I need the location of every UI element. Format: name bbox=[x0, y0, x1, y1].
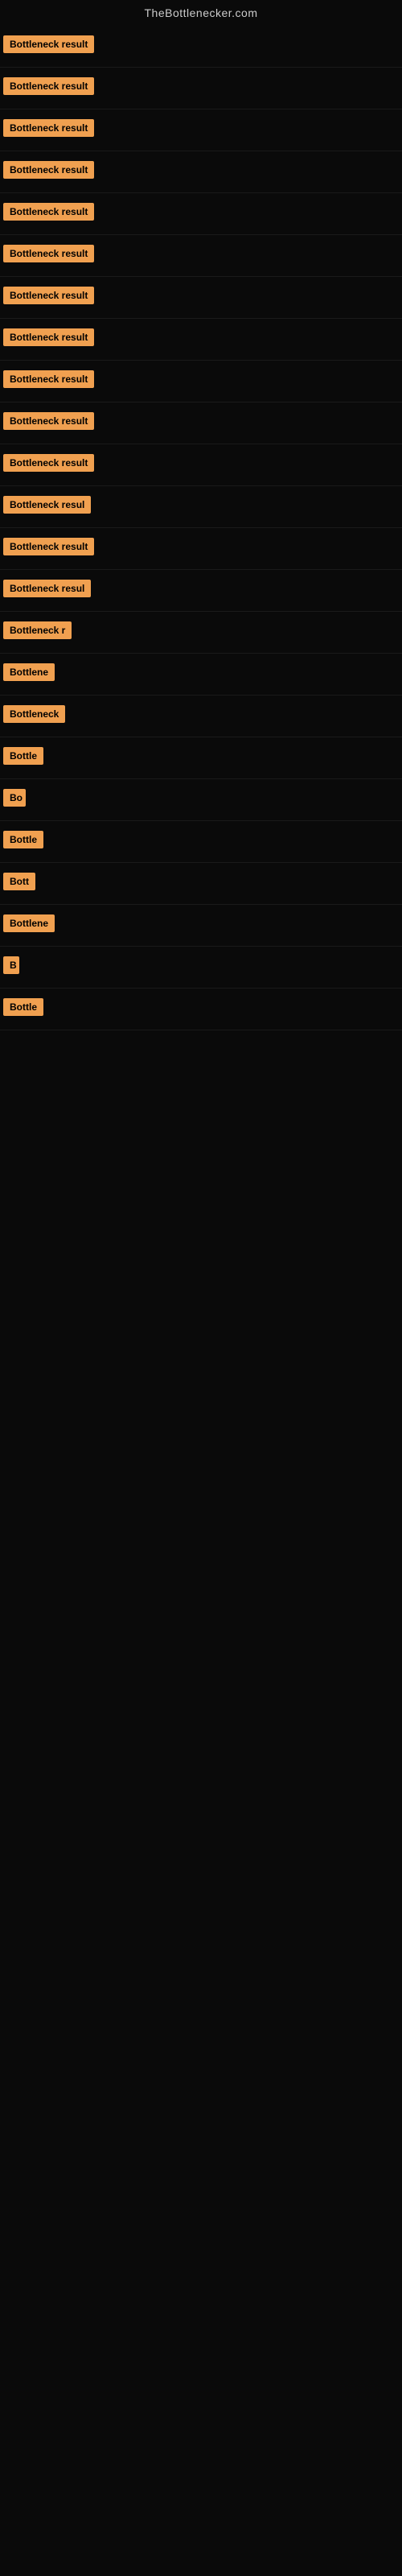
rows-container: Bottleneck result Bottleneck result Bottle… bbox=[0, 26, 402, 1030]
table-row: Bottle bbox=[0, 989, 402, 1030]
bottleneck-badge[interactable]: Bottleneck result bbox=[3, 287, 94, 304]
bottleneck-badge[interactable]: Bottle bbox=[3, 831, 43, 848]
bottleneck-badge[interactable]: Bottle bbox=[3, 747, 43, 765]
table-row: Bott bbox=[0, 863, 402, 905]
bottleneck-badge[interactable]: Bottlene bbox=[3, 914, 55, 932]
table-row: Bottleneck result bbox=[0, 361, 402, 402]
table-row: Bottleneck result bbox=[0, 319, 402, 361]
bottleneck-badge[interactable]: Bottleneck r bbox=[3, 621, 72, 639]
bottleneck-badge[interactable]: Bottlene bbox=[3, 663, 55, 681]
bottleneck-badge[interactable]: Bottleneck result bbox=[3, 119, 94, 137]
table-row: Bottleneck result bbox=[0, 528, 402, 570]
bottleneck-badge[interactable]: Bottleneck result bbox=[3, 245, 94, 262]
table-row: Bottleneck r bbox=[0, 612, 402, 654]
table-row: Bottleneck result bbox=[0, 193, 402, 235]
bottleneck-badge[interactable]: Bottleneck result bbox=[3, 412, 94, 430]
bottleneck-badge[interactable]: Bo bbox=[3, 789, 26, 807]
table-row: Bottleneck result bbox=[0, 444, 402, 486]
table-row: Bottleneck result bbox=[0, 277, 402, 319]
site-title: TheBottlenecker.com bbox=[0, 0, 402, 26]
bottleneck-badge[interactable]: Bottleneck result bbox=[3, 35, 94, 53]
table-row: Bottleneck resul bbox=[0, 570, 402, 612]
table-row: Bottleneck result bbox=[0, 235, 402, 277]
site-title-container: TheBottlenecker.com bbox=[0, 0, 402, 26]
table-row: Bottleneck result bbox=[0, 402, 402, 444]
bottleneck-badge[interactable]: Bottleneck result bbox=[3, 454, 94, 472]
bottleneck-badge[interactable]: Bottleneck resul bbox=[3, 496, 91, 514]
table-row: Bottleneck result bbox=[0, 151, 402, 193]
table-row: Bottleneck resul bbox=[0, 486, 402, 528]
table-row: Bottleneck result bbox=[0, 109, 402, 151]
table-row: B bbox=[0, 947, 402, 989]
table-row: Bottleneck result bbox=[0, 68, 402, 109]
bottleneck-badge[interactable]: Bottleneck result bbox=[3, 370, 94, 388]
bottleneck-badge[interactable]: Bott bbox=[3, 873, 35, 890]
table-row: Bottleneck result bbox=[0, 26, 402, 68]
table-row: Bottle bbox=[0, 737, 402, 779]
bottleneck-badge[interactable]: Bottleneck bbox=[3, 705, 65, 723]
bottleneck-badge[interactable]: Bottleneck result bbox=[3, 538, 94, 555]
table-row: Bottlene bbox=[0, 654, 402, 696]
bottleneck-badge[interactable]: Bottleneck result bbox=[3, 328, 94, 346]
bottleneck-badge[interactable]: Bottle bbox=[3, 998, 43, 1016]
table-row: Bottlene bbox=[0, 905, 402, 947]
table-row: Bo bbox=[0, 779, 402, 821]
table-row: Bottleneck bbox=[0, 696, 402, 737]
bottleneck-badge[interactable]: B bbox=[3, 956, 19, 974]
bottleneck-badge[interactable]: Bottleneck resul bbox=[3, 580, 91, 597]
table-row: Bottle bbox=[0, 821, 402, 863]
bottleneck-badge[interactable]: Bottleneck result bbox=[3, 161, 94, 179]
bottleneck-badge[interactable]: Bottleneck result bbox=[3, 77, 94, 95]
bottleneck-badge[interactable]: Bottleneck result bbox=[3, 203, 94, 221]
